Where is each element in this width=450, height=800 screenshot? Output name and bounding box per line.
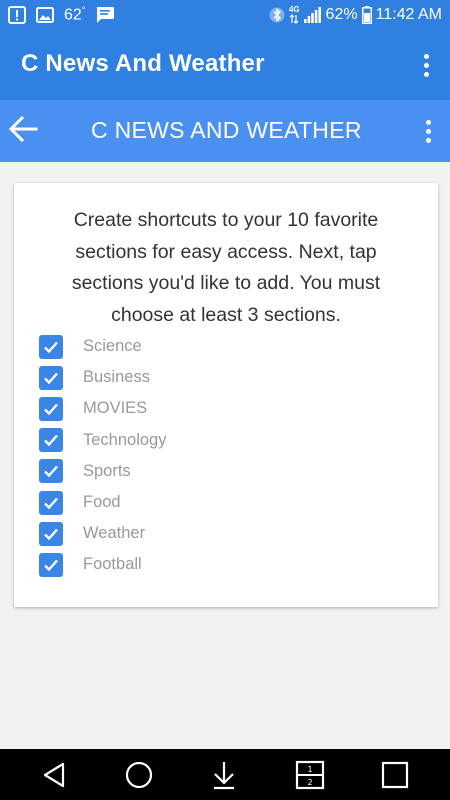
section-label: Food bbox=[83, 493, 121, 512]
data-arrows-icon bbox=[289, 14, 299, 24]
back-triangle-icon[interactable] bbox=[40, 760, 70, 790]
home-circle-icon[interactable] bbox=[124, 760, 154, 790]
checkbox-checked-icon[interactable] bbox=[39, 521, 63, 546]
dual-window-icon[interactable]: 1 2 bbox=[295, 760, 325, 790]
status-bar: 62° 4G 62% 11:42 AM bbox=[0, 0, 450, 30]
app-title: C News And Weather bbox=[21, 50, 265, 77]
app-overflow-menu-icon[interactable] bbox=[414, 50, 438, 80]
checkbox-checked-icon[interactable] bbox=[39, 365, 63, 390]
checkbox-checked-icon[interactable] bbox=[39, 396, 63, 421]
section-label: Business bbox=[83, 368, 150, 387]
section-item-technology[interactable]: Technology bbox=[39, 425, 399, 456]
section-item-business[interactable]: Business bbox=[39, 362, 399, 393]
alert-notification-icon bbox=[8, 6, 26, 24]
section-item-food[interactable]: Food bbox=[39, 487, 399, 518]
status-right: 4G 62% 11:42 AM bbox=[269, 0, 442, 30]
download-arrow-icon[interactable] bbox=[209, 760, 239, 790]
gallery-notification-icon bbox=[36, 7, 54, 23]
section-label: Weather bbox=[83, 524, 146, 543]
app-bar: C News And Weather bbox=[0, 30, 450, 100]
checkbox-checked-icon[interactable] bbox=[39, 459, 63, 484]
section-item-movies[interactable]: MOVIES bbox=[39, 393, 399, 424]
checkbox-checked-icon[interactable] bbox=[39, 428, 63, 453]
toolbar-overflow-menu-icon[interactable] bbox=[416, 116, 440, 146]
checkbox-checked-icon[interactable] bbox=[39, 334, 63, 359]
svg-text:1: 1 bbox=[307, 765, 312, 774]
toolbar-title: C NEWS AND WEATHER bbox=[91, 117, 362, 143]
network-type: 4G bbox=[289, 6, 300, 24]
section-label: MOVIES bbox=[83, 399, 148, 418]
section-item-weather[interactable]: Weather bbox=[39, 518, 399, 549]
bluetooth-icon bbox=[269, 7, 285, 23]
section-label: Technology bbox=[83, 430, 167, 449]
section-label: Football bbox=[83, 555, 142, 574]
sections-list: Science Business MOVIES Technology Sport… bbox=[39, 331, 399, 581]
clock: 11:42 AM bbox=[375, 6, 442, 23]
status-left: 62° bbox=[8, 0, 115, 30]
battery-icon bbox=[361, 6, 372, 24]
message-notification-icon bbox=[97, 7, 115, 23]
checkbox-checked-icon[interactable] bbox=[39, 552, 63, 577]
section-item-science[interactable]: Science bbox=[39, 331, 399, 362]
battery-percent: 62% bbox=[325, 6, 358, 23]
svg-text:2: 2 bbox=[307, 778, 312, 787]
temperature-text: 62° bbox=[64, 5, 86, 24]
instructions-text: Create shortcuts to your 10 favorite sec… bbox=[71, 209, 381, 326]
system-navigation-bar: 1 2 bbox=[0, 749, 450, 800]
section-item-football[interactable]: Football bbox=[39, 549, 399, 580]
section-label: Science bbox=[83, 337, 142, 356]
back-arrow-icon[interactable] bbox=[6, 112, 40, 146]
section-item-sports[interactable]: Sports bbox=[39, 456, 399, 487]
section-label: Sports bbox=[83, 461, 131, 480]
section-toolbar: C NEWS AND WEATHER bbox=[0, 100, 450, 162]
checkbox-checked-icon[interactable] bbox=[39, 490, 63, 515]
sections-card: Create shortcuts to your 10 favorite sec… bbox=[14, 183, 438, 607]
recents-square-icon[interactable] bbox=[380, 760, 410, 790]
signal-strength-icon bbox=[303, 7, 321, 23]
